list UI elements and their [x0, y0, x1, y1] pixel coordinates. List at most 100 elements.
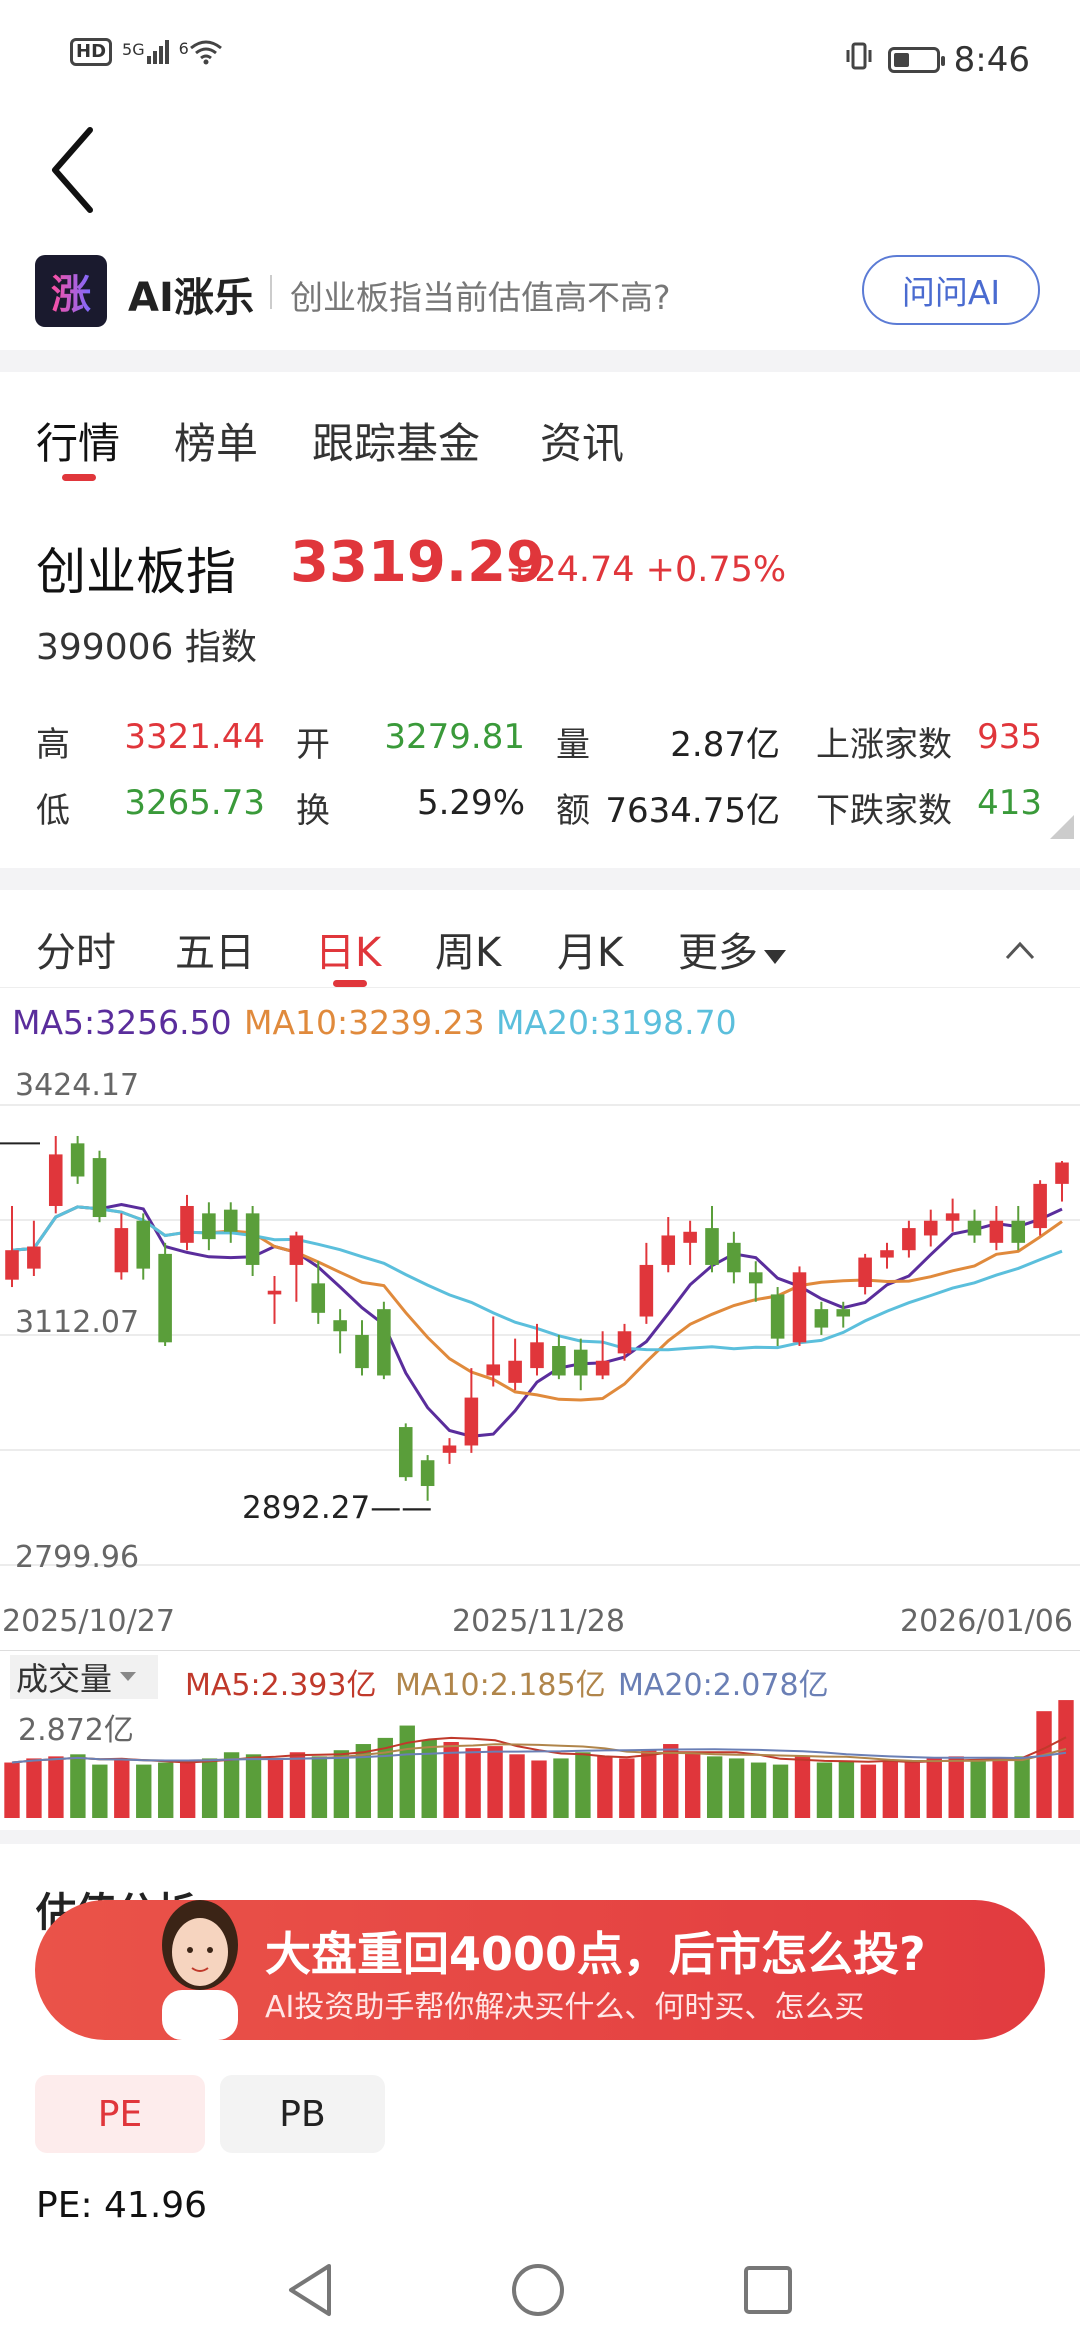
volume-bar: [904, 1762, 920, 1818]
candle-body: [552, 1345, 566, 1376]
volume-bar: [728, 1758, 745, 1818]
tab-funds[interactable]: 跟踪基金: [312, 410, 480, 471]
tab-quote[interactable]: 行情: [36, 410, 120, 471]
turnover-label: 换: [296, 791, 330, 831]
candlestick-chart[interactable]: [0, 1055, 1080, 1575]
tab-news[interactable]: 资讯: [540, 410, 624, 471]
ai-name: AI涨乐: [128, 275, 254, 321]
dropdown-triangle-icon: [120, 1672, 137, 1681]
pe-tab[interactable]: PE: [35, 2075, 205, 2153]
volume-bar: [992, 1758, 1008, 1818]
candle-body: [661, 1235, 676, 1265]
candle-body: [595, 1360, 610, 1376]
volume-bar: [487, 1746, 503, 1818]
candle-body: [945, 1213, 960, 1221]
y-label-top: 3424.17: [15, 1068, 140, 1103]
signal-icon: 5G: [122, 40, 169, 64]
volume-bar: [92, 1764, 108, 1818]
back-button[interactable]: [40, 120, 120, 220]
candle-body: [289, 1235, 304, 1265]
candle-body: [70, 1143, 85, 1177]
candle-body: [770, 1294, 785, 1339]
candle-body: [573, 1349, 588, 1376]
candle-body: [923, 1220, 938, 1236]
period-tab-daily[interactable]: 日K: [315, 920, 381, 978]
promo-banner[interactable]: 大盘重回4000点，后市怎么投? AI投资助手帮你解决买什么、何时买、怎么买: [35, 1900, 1045, 2040]
candle-body: [989, 1220, 1004, 1243]
status-bar: HD 5G 6 8:46: [0, 0, 1080, 120]
section-divider: [0, 868, 1080, 890]
ai-logo-icon: 涨: [35, 255, 107, 327]
open-value: 3279.81: [384, 717, 525, 757]
ai-question-link[interactable]: 创业板指当前估值高不高?: [290, 271, 671, 319]
volume-bar: [114, 1760, 130, 1818]
period-tab-more[interactable]: 更多: [678, 920, 786, 978]
candle-body: [727, 1242, 741, 1273]
tab-ranking[interactable]: 榜单: [174, 410, 258, 471]
candle-body: [442, 1445, 457, 1453]
volume-bar: [223, 1752, 240, 1818]
volume-bar: [1014, 1756, 1030, 1818]
volume-bar: [26, 1758, 42, 1818]
hd-badge: HD: [70, 38, 113, 66]
volume-bar: [553, 1758, 569, 1818]
banner-subtitle: AI投资助手帮你解决买什么、何时买、怎么买: [265, 1990, 865, 2025]
period-tab-intraday[interactable]: 分时: [36, 920, 116, 978]
divider-line: [0, 1650, 1080, 1651]
candle-body: [202, 1213, 216, 1240]
candle-body: [223, 1209, 238, 1232]
volume-bar: [970, 1760, 986, 1818]
system-nav-bar: [0, 2240, 1080, 2340]
candle-body: [464, 1397, 479, 1446]
wifi-label: 6: [178, 39, 189, 58]
candle-body: [27, 1246, 41, 1269]
expand-corner-icon[interactable]: [1050, 815, 1074, 839]
pb-tab[interactable]: PB: [220, 2075, 385, 2153]
candle-body: [355, 1334, 369, 1369]
volume-bar: [772, 1764, 789, 1818]
volume-bar: [136, 1764, 152, 1818]
volume-bar: [158, 1762, 174, 1818]
candle-body: [1055, 1162, 1069, 1184]
ma5-label: MA5:3256.50: [12, 1003, 232, 1042]
ai-separator: [270, 275, 272, 309]
volume-bar: [1036, 1711, 1052, 1818]
volume-bar: [509, 1754, 525, 1818]
candle-body: [858, 1257, 872, 1288]
index-change: +24.74 +0.75%: [505, 550, 786, 590]
battery-icon: [887, 47, 945, 73]
period-tab-weekly[interactable]: 周K: [435, 920, 501, 978]
index-name: 创业板指: [36, 543, 236, 601]
turnover-value: 5.29%: [416, 783, 525, 823]
candle-body: [530, 1342, 544, 1369]
nav-home-icon[interactable]: [510, 2262, 566, 2318]
divider-line: [0, 987, 1080, 988]
volume-selector[interactable]: 成交量: [10, 1655, 158, 1699]
candle-body: [967, 1220, 982, 1236]
nav-back-icon[interactable]: [285, 2262, 335, 2318]
period-tab-monthly[interactable]: 月K: [557, 920, 623, 978]
candle-body: [902, 1228, 916, 1251]
rise-count-label: 上涨家数: [816, 725, 952, 765]
more-label: 更多: [678, 930, 758, 976]
index-code: 399006: [36, 627, 174, 668]
volume-bar: [48, 1756, 64, 1818]
fall-count-value: 413: [977, 783, 1042, 823]
volume-bar: [750, 1762, 767, 1818]
volume-bar: [4, 1762, 20, 1818]
candle-body: [748, 1272, 763, 1284]
nav-recents-icon[interactable]: [742, 2264, 794, 2316]
candle-body: [1011, 1220, 1026, 1243]
candle-body: [158, 1253, 172, 1343]
ask-ai-button[interactable]: 问问AI: [862, 255, 1040, 325]
period-tab-5day[interactable]: 五日: [175, 920, 255, 978]
volume-bar: [663, 1744, 679, 1818]
volume-label: 量: [556, 725, 590, 765]
section-divider: [0, 350, 1080, 372]
signal-label: 5G: [122, 40, 145, 59]
volume-bar: [706, 1756, 723, 1818]
collapse-chevron-up-icon[interactable]: [1005, 940, 1035, 960]
low-value: 3265.73: [124, 783, 265, 823]
candle-body: [5, 1250, 19, 1280]
status-left: HD 5G 6: [70, 38, 223, 66]
